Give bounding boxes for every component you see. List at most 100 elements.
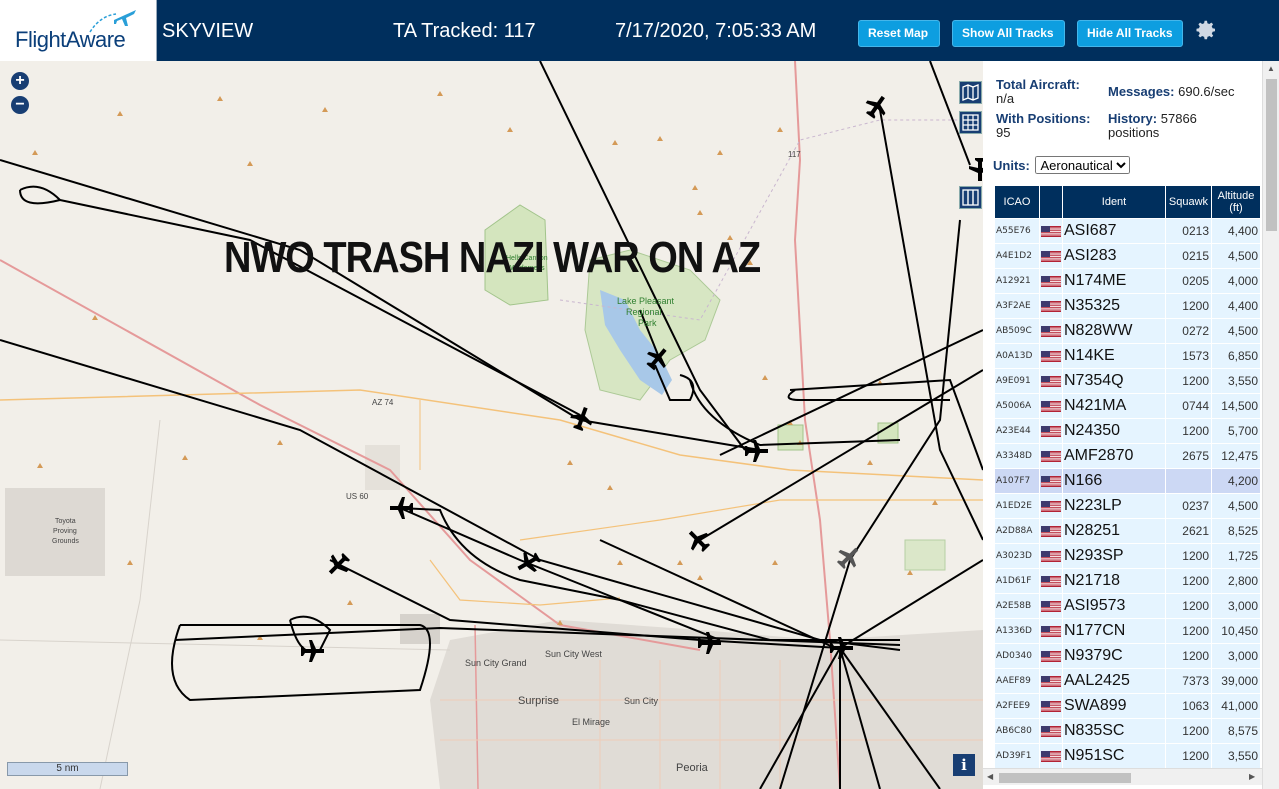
table-row[interactable]: A2D88A N28251 2621 8,525 <box>995 519 1260 543</box>
label-toyota-3: Grounds <box>52 538 79 545</box>
cell-altitude: 3,000 <box>1212 644 1260 668</box>
cell-icao: A3023D <box>995 544 1039 568</box>
zoom-out-button[interactable]: − <box>11 96 29 114</box>
us-flag-icon <box>1041 524 1061 538</box>
label-toyota-2: Proving <box>53 528 77 535</box>
cell-ident: N951SC <box>1063 744 1165 768</box>
cell-icao: AD0340 <box>995 644 1039 668</box>
units-select[interactable]: Aeronautical <box>1035 156 1131 174</box>
total-aircraft-stat: Total Aircraft: n/a <box>996 78 1080 106</box>
label-lake: Lake Pleasant <box>617 296 675 306</box>
cell-ident: N7354Q <box>1063 369 1165 393</box>
table-row[interactable]: A107F7 N166 4,200 <box>995 469 1260 493</box>
table-row[interactable]: AAEF89 AAL2425 7373 39,000 <box>995 669 1260 693</box>
cell-altitude: 14,500 <box>1212 394 1260 418</box>
tracked-count: TA Tracked: 117 <box>393 20 536 42</box>
map-overlay-text: NWO TRASH NAZI WAR ON AZ <box>224 234 761 283</box>
zoom-in-button[interactable]: + <box>11 72 29 90</box>
vertical-scroll-thumb[interactable] <box>1266 79 1277 231</box>
table-row[interactable]: AD0340 N9379C 1200 3,000 <box>995 644 1260 668</box>
show-all-tracks-button[interactable]: Show All Tracks <box>952 20 1065 47</box>
map-canvas[interactable]: Lake Pleasant Regional Park Hells Canyon… <box>0 61 983 789</box>
cell-altitude: 41,000 <box>1212 694 1260 718</box>
table-row[interactable]: A55E76 ASI687 0213 4,400 <box>995 219 1260 243</box>
table-row[interactable]: A23E44 N24350 1200 5,700 <box>995 419 1260 443</box>
table-row[interactable]: A3023D N293SP 1200 1,725 <box>995 544 1260 568</box>
table-row[interactable]: A2E58B ASI9573 1200 3,000 <box>995 594 1260 618</box>
aircraft-table-body: A55E76 ASI687 0213 4,400 A4E1D2 ASI283 0215 4,5… <box>995 219 1260 768</box>
cell-squawk: 0744 <box>1166 394 1211 418</box>
cell-altitude: 8,575 <box>1212 719 1260 743</box>
cell-ident: N835SC <box>1063 719 1165 743</box>
map-layer[interactable]: Lake Pleasant Regional Park Hells Canyon… <box>0 61 983 789</box>
cell-icao: AD39F1 <box>995 744 1039 768</box>
horizontal-scroll-thumb[interactable] <box>999 773 1131 783</box>
with-positions-stat: With Positions: 95 <box>996 112 1091 140</box>
table-row[interactable]: A3F2AE N35325 1200 4,400 <box>995 294 1260 318</box>
cell-altitude: 4,400 <box>1212 219 1260 243</box>
horizontal-scrollbar[interactable]: ◀ ▶ <box>983 768 1262 785</box>
cell-squawk: 1200 <box>1166 744 1211 768</box>
column-altitude[interactable]: Altitude (ft) <box>1212 186 1260 218</box>
table-row[interactable]: A4E1D2 ASI283 0215 4,500 <box>995 244 1260 268</box>
cell-ident: N421MA <box>1063 394 1165 418</box>
hide-all-tracks-button[interactable]: Hide All Tracks <box>1077 20 1183 47</box>
table-row[interactable]: A1336D N177CN 1200 10,450 <box>995 619 1260 643</box>
cell-ident: SWA899 <box>1063 694 1165 718</box>
table-row[interactable]: A12921 N174ME 0205 4,000 <box>995 269 1260 293</box>
cell-icao: A0A13D <box>995 344 1039 368</box>
us-flag-icon <box>1041 374 1061 388</box>
cell-flag <box>1040 419 1062 443</box>
cell-altitude: 2,800 <box>1212 569 1260 593</box>
table-row[interactable]: A3348D AMF2870 2675 12,475 <box>995 444 1260 468</box>
scroll-left-icon[interactable]: ◀ <box>987 772 993 781</box>
cell-flag <box>1040 369 1062 393</box>
flightaware-logo[interactable]: FlightAware <box>0 0 157 61</box>
column-ident[interactable]: Ident <box>1063 186 1165 218</box>
label-surprise: Surprise <box>518 695 559 707</box>
gear-icon[interactable] <box>1194 18 1218 42</box>
cell-ident: AMF2870 <box>1063 444 1165 468</box>
logo-plane-icon <box>114 10 136 26</box>
cell-ident: N9379C <box>1063 644 1165 668</box>
cell-icao: A107F7 <box>995 469 1039 493</box>
table-row[interactable]: A5006A N421MA 0744 14,500 <box>995 394 1260 418</box>
us-flag-icon <box>1041 399 1061 413</box>
table-row[interactable]: A0A13D N14KE 1573 6,850 <box>995 344 1260 368</box>
us-flag-icon <box>1041 599 1061 613</box>
scroll-right-icon[interactable]: ▶ <box>1249 772 1255 781</box>
us-flag-icon <box>1041 249 1061 263</box>
column-icao[interactable]: ICAO <box>995 186 1039 218</box>
map-grid-button[interactable] <box>959 111 982 134</box>
table-row[interactable]: AD39F1 N951SC 1200 3,550 <box>995 744 1260 768</box>
table-row[interactable]: A1D61F N21718 1200 2,800 <box>995 569 1260 593</box>
column-flag[interactable] <box>1040 186 1062 218</box>
cell-altitude: 4,200 <box>1212 469 1260 493</box>
cell-squawk: 0205 <box>1166 269 1211 293</box>
vertical-scrollbar[interactable]: ▲ <box>1262 61 1279 789</box>
logo-text: FlightAware <box>15 27 126 52</box>
table-row[interactable]: AB6C80 N835SC 1200 8,575 <box>995 719 1260 743</box>
table-row[interactable]: A1ED2E N223LP 0237 4,500 <box>995 494 1260 518</box>
cell-altitude: 6,850 <box>1212 344 1260 368</box>
map-layers-button[interactable] <box>959 81 982 104</box>
skyview-app: FlightAware SKYVIEW TA Tracked: 117 7/17… <box>0 0 1279 789</box>
cell-squawk: 1200 <box>1166 594 1211 618</box>
scroll-up-icon[interactable]: ▲ <box>1267 64 1275 73</box>
cell-altitude: 4,500 <box>1212 319 1260 343</box>
reset-map-button[interactable]: Reset Map <box>858 20 940 47</box>
cell-flag <box>1040 219 1062 243</box>
cell-ident: N177CN <box>1063 619 1165 643</box>
cell-squawk: 1200 <box>1166 719 1211 743</box>
cell-squawk <box>1166 469 1211 493</box>
cell-flag <box>1040 719 1062 743</box>
column-squawk[interactable]: Squawk <box>1166 186 1211 218</box>
grid-icon <box>962 114 979 131</box>
table-row[interactable]: A2FEE9 SWA899 1063 41,000 <box>995 694 1260 718</box>
info-button[interactable]: i <box>953 754 975 776</box>
table-row[interactable]: AB509C N828WW 0272 4,500 <box>995 319 1260 343</box>
label-sun-city-west: Sun City West <box>545 649 602 659</box>
cell-ident: AAL2425 <box>1063 669 1165 693</box>
table-row[interactable]: A9E091 N7354Q 1200 3,550 <box>995 369 1260 393</box>
toggle-sidebar-button[interactable] <box>959 186 982 209</box>
